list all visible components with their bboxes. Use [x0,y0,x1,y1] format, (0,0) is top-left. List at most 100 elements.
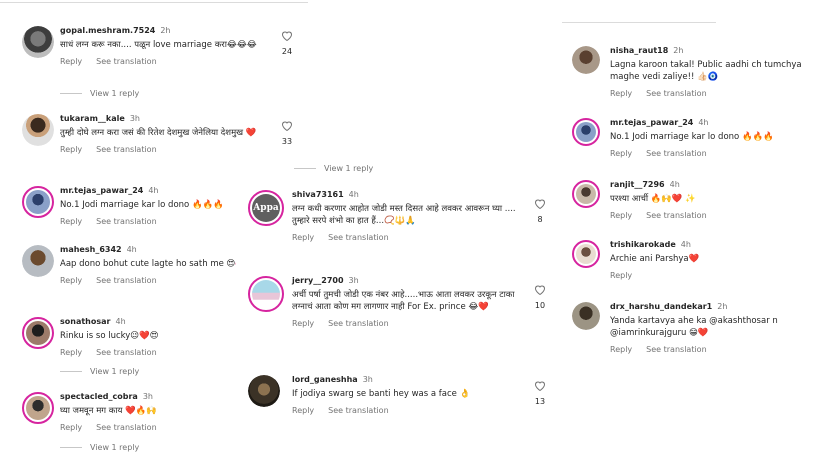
reply-button[interactable]: Reply [292,406,314,415]
see-translation-button[interactable]: See translation [96,145,156,154]
see-translation-button[interactable]: See translation [328,319,388,328]
timestamp: 4h [680,240,691,249]
timestamp: 3h [129,114,140,123]
avatar[interactable] [248,375,280,407]
comments-panel-right: nisha_raut18 2h Lagna karoon takal! Publi… [562,0,830,466]
see-translation-button[interactable]: See translation [96,423,156,432]
reply-button[interactable]: Reply [610,149,632,158]
like-count: 8 [537,215,543,224]
comment-text: तुम्ही दोघे लग्न करा जसं की रितेश देशमुख… [60,128,257,138]
avatar[interactable] [22,114,54,146]
reply-button[interactable]: Reply [60,348,82,357]
timestamp: 4h [115,317,126,326]
timestamp: 2h [717,302,728,311]
username[interactable]: mahesh_6342 [60,245,122,254]
reply-button[interactable]: Reply [292,319,314,328]
timestamp: 4h [126,245,137,254]
reply-button[interactable]: Reply [610,271,632,280]
reply-button[interactable]: Reply [610,345,632,354]
avatar[interactable] [248,276,284,312]
avatar[interactable] [22,186,54,218]
comment-text: Yanda kartavya ahe ka @akashthosar n @ia… [610,316,778,338]
see-translation-button[interactable]: See translation [646,149,706,158]
avatar[interactable]: Appa [248,190,284,226]
avatar-text: Appa [253,203,279,213]
see-translation-button[interactable]: See translation [646,345,706,354]
see-translation-button[interactable]: See translation [328,406,388,415]
comment-text: No.1 Jodi marriage kar lo dono 🔥🔥🔥 [610,132,774,142]
avatar[interactable] [22,26,54,58]
timestamp: 4h [148,186,159,195]
like-count: 24 [281,47,293,56]
like-button[interactable]: 8 [530,198,550,224]
see-translation-button[interactable]: See translation [96,57,156,66]
like-button[interactable]: 33 [277,120,297,146]
username[interactable]: trishikarokade [610,240,676,249]
username[interactable]: spectacled_cobra [60,392,138,401]
timestamp: 3h [348,276,359,285]
reply-button[interactable]: Reply [60,423,82,432]
reply-button[interactable]: Reply [292,233,314,242]
username[interactable]: nisha_raut18 [610,46,668,55]
reply-button[interactable]: Reply [60,217,82,226]
view-replies-button[interactable]: View 1 reply [60,89,139,98]
see-translation-button[interactable]: See translation [96,276,156,285]
like-button[interactable]: 24 [277,30,297,56]
timestamp: 3h [362,375,373,384]
comment-text: Lagna karoon takal! Public aadhi ch tumc… [610,60,802,82]
username[interactable]: lord_ganeshha [292,375,358,384]
username[interactable]: shiva73161 [292,190,344,199]
avatar[interactable] [22,245,54,277]
avatar[interactable] [22,392,54,424]
like-count: 13 [534,397,546,406]
timestamp: 2h [160,26,171,35]
reply-button[interactable]: Reply [60,57,82,66]
like-button[interactable]: 13 [530,380,550,406]
see-translation-button[interactable]: See translation [646,89,706,98]
avatar[interactable] [572,180,600,208]
view-replies-button[interactable]: View 1 reply [60,443,139,452]
username[interactable]: gopal.meshram.7524 [60,26,155,35]
comment-text: परश्या आर्ची 🔥🙌❤️ ✨ [610,194,696,204]
avatar[interactable] [572,240,600,268]
username[interactable]: ranjit__7296 [610,180,665,189]
divider [0,2,308,3]
heart-icon [281,120,293,131]
heart-icon [534,380,546,391]
view-replies-button[interactable]: View 1 reply [294,164,373,173]
username[interactable]: sonathosar [60,317,110,326]
heart-icon [534,198,546,209]
comment-text: साधं लग्न करू नका.... पळून love marriage… [60,40,257,50]
reply-button[interactable]: Reply [60,276,82,285]
see-translation-button[interactable]: See translation [328,233,388,242]
reply-button[interactable]: Reply [610,211,632,220]
username[interactable]: drx_harshu_dandekar1 [610,302,712,311]
reply-button[interactable]: Reply [610,89,632,98]
see-translation-button[interactable]: See translation [96,348,156,357]
timestamp: 4h [698,118,709,127]
heart-icon [281,30,293,41]
username[interactable]: mr.tejas_pawar_24 [60,186,143,195]
avatar[interactable] [572,118,600,146]
like-button[interactable]: 10 [530,284,550,310]
username[interactable]: mr.tejas_pawar_24 [610,118,693,127]
avatar[interactable] [22,317,54,349]
username[interactable]: tukaram__kale [60,114,125,123]
divider [562,22,716,23]
heart-icon [534,284,546,295]
username[interactable]: jerry__2700 [292,276,344,285]
reply-button[interactable]: Reply [60,145,82,154]
like-count: 33 [281,137,293,146]
timestamp: 4h [669,180,680,189]
see-translation-button[interactable]: See translation [96,217,156,226]
comment-text: अर्ची पर्षा तुमची जोडी एक नंबर आहे.....भ… [292,290,515,312]
view-replies-button[interactable]: View 1 reply [60,367,139,376]
see-translation-button[interactable]: See translation [646,211,706,220]
comment-text: Archie ani Parshya❤️ [610,254,700,264]
comments-panel-middle: View 1 reply Appa shiva73161 4h लग्न कधी … [236,150,562,466]
like-count: 10 [534,301,546,310]
avatar[interactable] [572,302,600,330]
avatar[interactable] [572,46,600,74]
comment-text: लग्न कधी करणार आहोत जोडी मस्त दिसत आहे ल… [292,204,516,226]
comment-text: If jodiya swarg se banti hey was a face … [292,389,471,399]
